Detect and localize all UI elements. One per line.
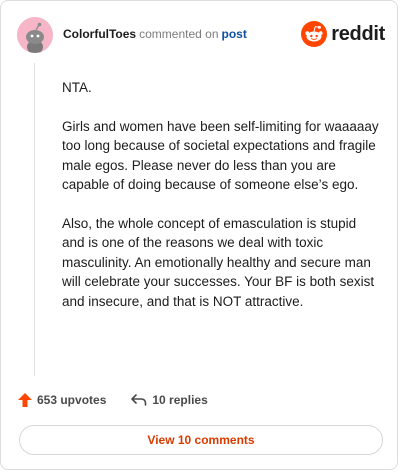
comment-card: ColorfulToes commented on post reddit NTA.… [0, 0, 398, 470]
replies-button[interactable]: 10 replies [130, 392, 208, 408]
reddit-alien-icon [301, 21, 328, 47]
comment-header: ColorfulToes commented on post reddit [17, 17, 385, 53]
view-comments-button[interactable]: View 10 comments [19, 425, 383, 455]
comment-footer: 653 upvotes 10 replies [17, 389, 208, 411]
thread-line [34, 63, 35, 376]
post-link[interactable]: post [222, 27, 247, 41]
reddit-wordmark: reddit [331, 22, 385, 45]
snoo-avatar-icon [17, 17, 53, 53]
upvote-arrow-icon [18, 393, 32, 407]
comment-body: NTA. Girls and women have been self-limi… [62, 78, 380, 330]
comment-action-text: commented on [139, 27, 219, 41]
comment-paragraph: NTA. [62, 80, 92, 95]
reply-count: 10 replies [152, 393, 208, 407]
author-name[interactable]: ColorfulToes [63, 27, 136, 41]
comment-meta: ColorfulToes commented on post [63, 27, 247, 41]
avatar[interactable] [17, 17, 53, 53]
reply-arrow-icon [131, 394, 147, 406]
upvote-button[interactable]: 653 upvotes [17, 392, 106, 408]
upvote-count: 653 upvotes [37, 393, 107, 407]
reddit-logo[interactable]: reddit [301, 21, 385, 47]
comment-paragraph: Also, the whole concept of emasculation … [62, 215, 375, 309]
comment-paragraph: Girls and women have been self-limiting … [62, 118, 379, 193]
